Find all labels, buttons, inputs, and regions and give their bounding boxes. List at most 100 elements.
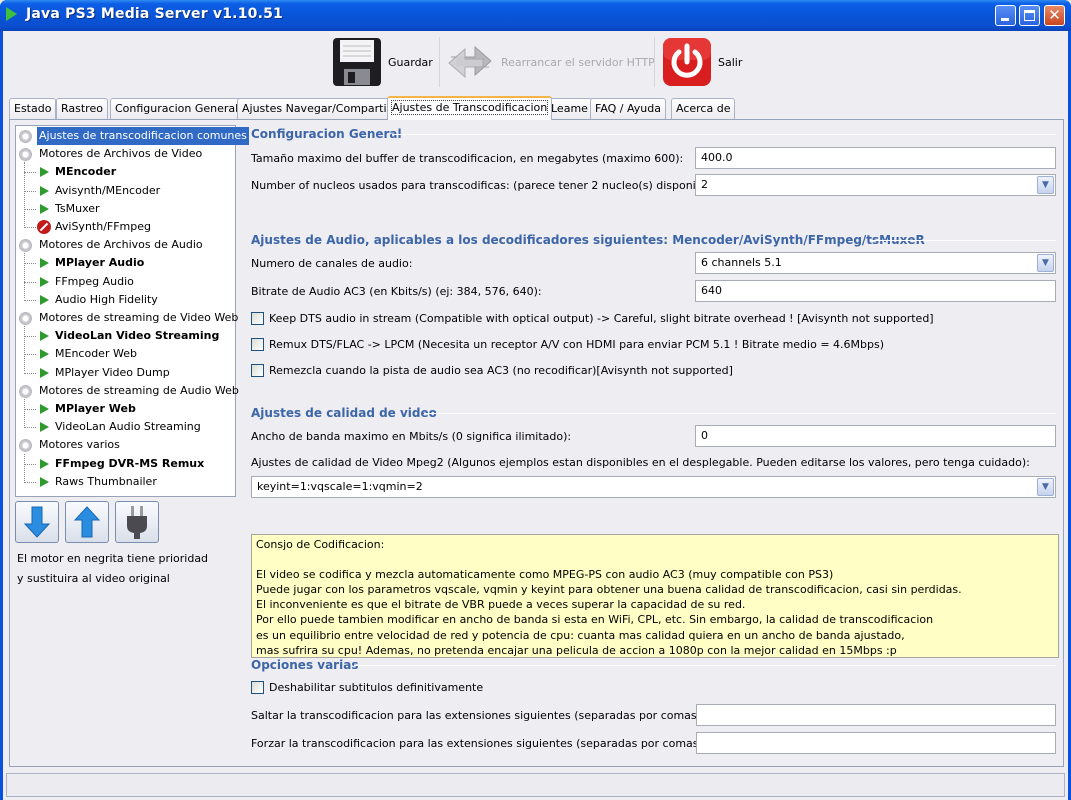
skip-extensions-input[interactable] — [696, 704, 1056, 726]
section-divider — [424, 413, 1056, 414]
tree-connector — [24, 227, 36, 228]
move-down-button[interactable] — [15, 501, 59, 543]
toolbar-separator — [654, 37, 655, 87]
checkbox-box[interactable] — [251, 681, 264, 694]
buffer-size-input[interactable]: 400.0 — [695, 147, 1056, 169]
close-icon: ✕ — [1048, 6, 1061, 24]
tip-line: El video se codifica y mezcla automatica… — [256, 568, 834, 582]
tree-connector — [24, 481, 36, 483]
tip-line: Puede jugar con los parametros vqscale, … — [256, 583, 962, 597]
minimize-button[interactable] — [995, 5, 1016, 26]
window-title: Java PS3 Media Server v1.10.51 — [26, 6, 283, 22]
tree-connector — [24, 336, 36, 338]
transcoding-settings-panel: Ajustes de transcodificacion comunes Moto… — [9, 119, 1064, 767]
tree-guide — [24, 326, 25, 371]
restart-http-button[interactable]: Rearrancar el servidor HTTP — [445, 33, 655, 91]
maximize-icon — [1024, 10, 1035, 21]
remux-lpcm-label: Remux DTS/FLAC -> LPCM (Necesita un rece… — [269, 338, 885, 351]
tree-category-label: Motores de Archivos de Video — [39, 147, 203, 161]
tab-label: Rastreo — [61, 102, 103, 115]
title-bar[interactable]: Java PS3 Media Server v1.10.51 ✕ — [0, 0, 1071, 31]
save-label: Guardar — [388, 55, 433, 69]
checkbox-box[interactable] — [251, 364, 264, 377]
tree-category-label: Ajustes de transcodificacion comunes — [37, 127, 249, 145]
power-icon — [662, 37, 712, 87]
tree-category-label: Motores varios — [39, 438, 120, 452]
maximize-button[interactable] — [1019, 5, 1040, 26]
tab-label: FAQ / Ayuda — [595, 102, 661, 115]
settings-form: Configuracion General Tamaño maximo del … — [248, 120, 1063, 766]
tree-category-label: Motores de streaming de Audio Web — [39, 383, 239, 397]
close-button[interactable]: ✕ — [1044, 5, 1065, 26]
tree-connector — [24, 409, 36, 410]
tree-guide — [24, 253, 25, 298]
chevron-down-icon[interactable]: ▼ — [1037, 478, 1054, 496]
play-icon — [40, 203, 49, 214]
tab-ajustes-transcodificacion[interactable]: Ajustes de Transcodificacion — [387, 96, 553, 120]
mpeg2-quality-combo[interactable]: keyint=1:vqscale=1:vqmin=2 ▼ — [251, 476, 1056, 498]
play-icon — [40, 422, 49, 433]
tab-configuracion-general[interactable]: Configuracion General — [110, 98, 244, 119]
exit-label: Salir — [718, 55, 743, 69]
minimize-icon — [1001, 18, 1009, 21]
tree-engine-label: FFmpeg DVR-MS Remux — [55, 456, 205, 470]
play-icon — [40, 476, 49, 487]
restart-arrows-icon — [445, 37, 495, 87]
tree-connector — [24, 463, 36, 465]
tree-engine-label: AviSynth/FFmpeg — [55, 220, 152, 233]
exit-button[interactable]: Salir — [662, 33, 742, 91]
tree-guide — [24, 454, 25, 481]
arrow-up-icon — [73, 506, 101, 538]
restart-http-label: Rearrancar el servidor HTTP — [501, 55, 655, 69]
chevron-down-icon[interactable]: ▼ — [1037, 254, 1054, 272]
force-extensions-input[interactable] — [696, 732, 1056, 754]
tab-faq-ayuda[interactable]: FAQ / Ayuda — [590, 98, 666, 119]
plug-icon — [127, 506, 147, 539]
checkbox-box[interactable] — [251, 338, 264, 351]
buffer-size-label: Tamaño maximo del buffer de transcodific… — [251, 152, 684, 165]
tab-estado[interactable]: Estado — [9, 98, 57, 119]
ac3-bitrate-input[interactable]: 640 — [695, 280, 1056, 302]
chevron-down-icon[interactable]: ▼ — [1037, 176, 1054, 194]
section-title-general: Configuracion General — [251, 127, 402, 141]
toggle-engine-button[interactable] — [115, 501, 159, 543]
audio-channels-select[interactable]: 6 channels 5.1 ▼ — [695, 252, 1056, 274]
play-icon — [40, 294, 49, 305]
tab-label: Configuracion General — [115, 102, 239, 115]
ac3-bitrate-label: Bitrate de Audio AC3 (en Kbits/s) (ej: 3… — [251, 285, 542, 298]
tab-rastreo[interactable]: Rastreo — [56, 98, 108, 119]
tree-engine-label: Raws Thumbnailer — [55, 474, 157, 488]
tree-connector — [24, 208, 36, 210]
checkbox-box[interactable] — [251, 312, 264, 325]
tip-line: es un equilibrio entre velocidad de red … — [256, 628, 905, 642]
play-icon — [40, 458, 49, 469]
priority-note-2: y sustituira al video original — [17, 572, 170, 585]
cores-label: Number of nucleos usados para transcodif… — [251, 179, 723, 192]
tree-engine-label: FFmpeg Audio — [55, 274, 134, 288]
tab-label: Ajustes de Transcodificacion — [390, 100, 549, 115]
tab-ajustes-navegar[interactable]: Ajustes Navegar/Compartir — [237, 98, 397, 119]
play-icon — [40, 167, 49, 178]
move-up-button[interactable] — [65, 501, 109, 543]
tab-leame[interactable]: Leame — [546, 98, 593, 119]
save-button[interactable]: Guardar — [332, 33, 433, 91]
tab-label: Estado — [14, 102, 52, 115]
tab-acerca-de[interactable]: Acerca de — [671, 98, 736, 119]
tree-connector — [24, 172, 36, 174]
bandwidth-input[interactable]: 0 — [695, 425, 1056, 447]
tree-category-label: Motores de streaming de Video Web — [39, 311, 239, 324]
tree-connector — [24, 190, 36, 192]
tree-engine-label: Audio High Fidelity — [55, 292, 158, 306]
cores-select[interactable]: 2 ▼ — [695, 174, 1056, 196]
app-window: Java PS3 Media Server v1.10.51 ✕ Guardar… — [0, 0, 1071, 800]
mpeg2-quality-value: keyint=1:vqscale=1:vqmin=2 — [257, 480, 423, 493]
arrow-down-icon — [23, 506, 51, 538]
tab-label: Ajustes Navegar/Compartir — [242, 102, 392, 115]
section-title-misc: Opciones varias — [251, 658, 359, 672]
tree-guide — [24, 399, 25, 426]
section-divider — [870, 240, 1056, 241]
floppy-disk-icon — [332, 37, 382, 87]
tree-connector — [24, 281, 36, 283]
gear-icon — [18, 438, 33, 454]
remix-ac3-label: Remezcla cuando la pista de audio sea AC… — [269, 364, 733, 377]
